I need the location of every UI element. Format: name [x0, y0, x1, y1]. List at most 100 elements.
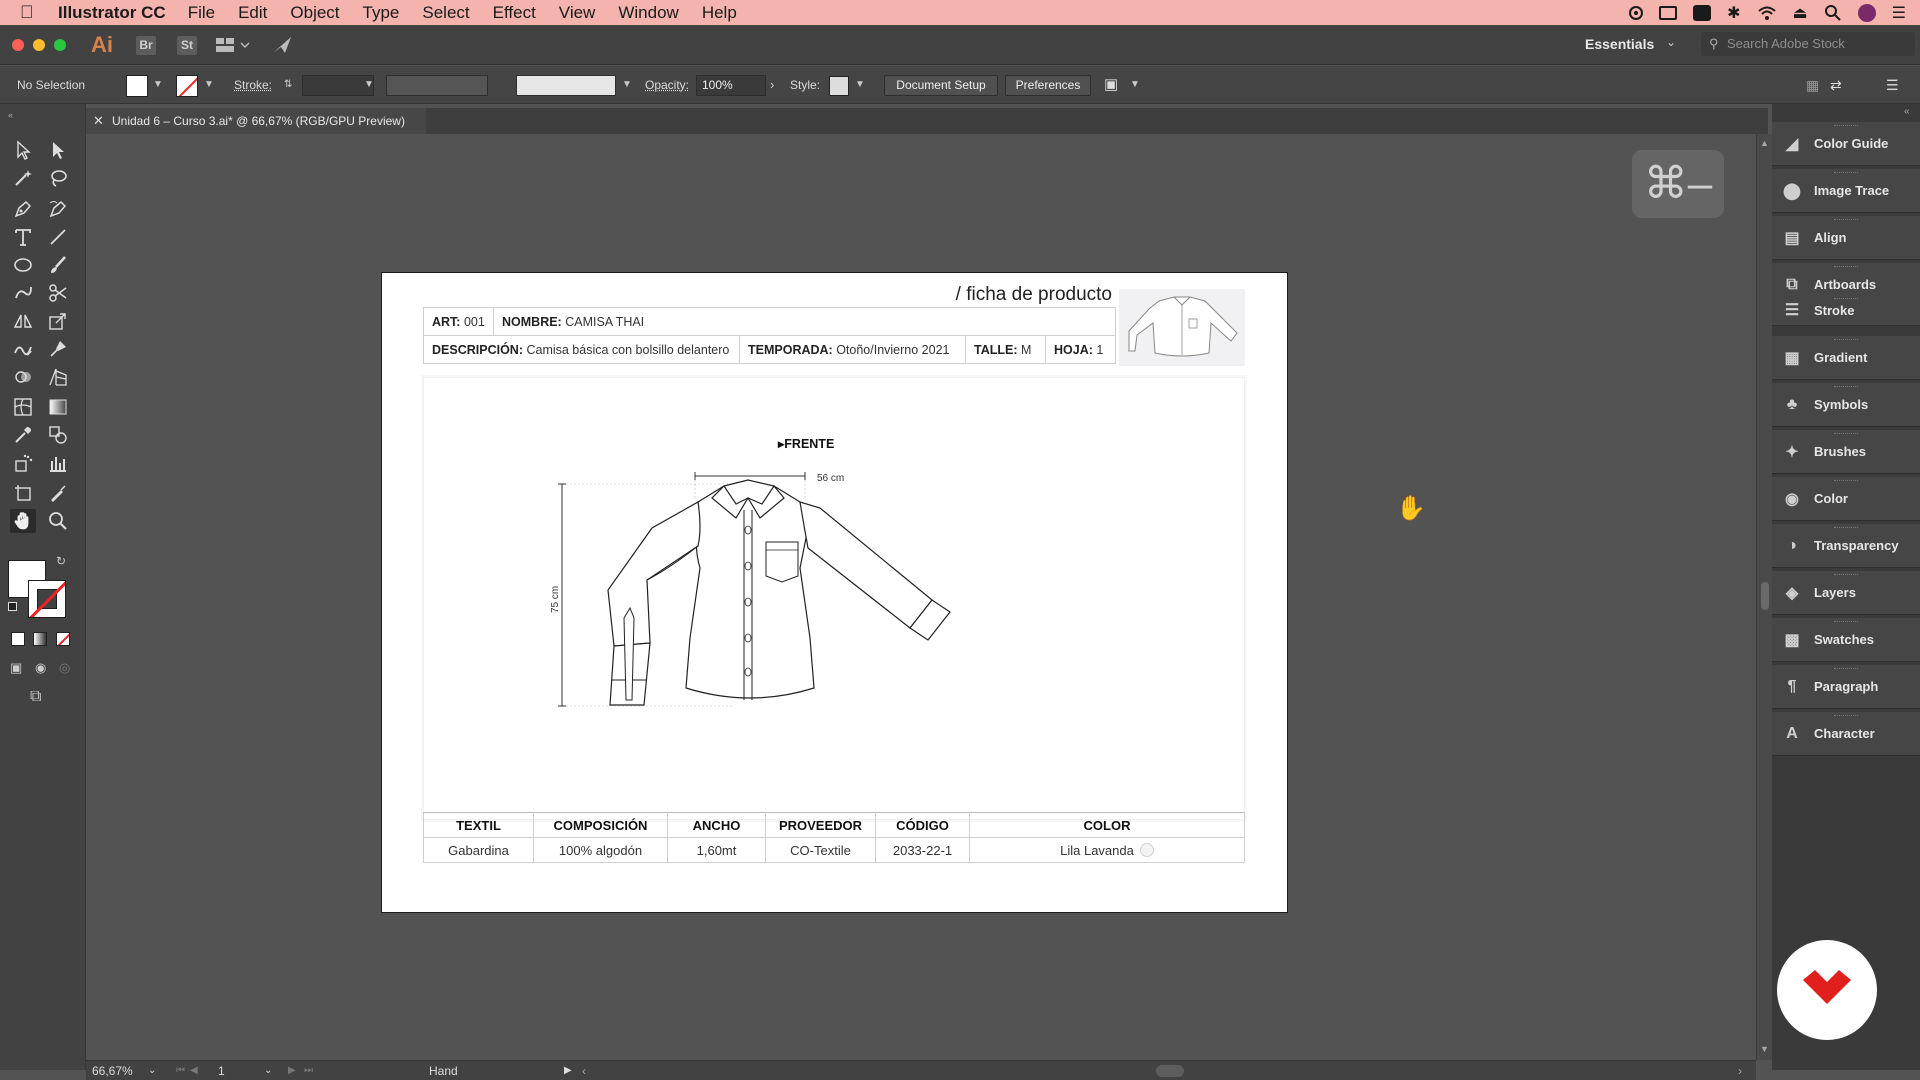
- bluetooth-icon[interactable]: ✱: [1727, 3, 1740, 23]
- magic-wand-tool-icon[interactable]: [10, 166, 36, 190]
- default-fill-stroke-icon[interactable]: [8, 602, 17, 611]
- variable-width-profile[interactable]: [386, 75, 488, 96]
- arrange-icon[interactable]: ▣: [1104, 66, 1118, 104]
- symbol-sprayer-tool-icon[interactable]: [10, 451, 36, 475]
- canvas[interactable]: ⌘– ✋ / ficha de producto ART: 001 NOMBRE…: [86, 134, 1756, 1060]
- eject-icon[interactable]: ⏏: [1793, 3, 1808, 23]
- chevron-down-icon[interactable]: ▼: [622, 66, 632, 104]
- workspace-switcher[interactable]: Essentials: [1585, 36, 1654, 52]
- wifi-icon[interactable]: [1757, 5, 1777, 21]
- color-mode-icon[interactable]: [11, 632, 25, 646]
- reflect-tool-icon[interactable]: [10, 309, 36, 333]
- column-graph-tool-icon[interactable]: [45, 451, 71, 475]
- chevron-right-icon[interactable]: ›: [770, 66, 774, 104]
- hand-tool-icon[interactable]: [10, 509, 36, 533]
- menu-select[interactable]: Select: [422, 3, 469, 23]
- shaper-tool-icon[interactable]: [10, 281, 36, 305]
- chevron-down-icon[interactable]: ⌄: [1666, 35, 1676, 49]
- pen-tool-icon[interactable]: [10, 197, 36, 221]
- type-tool-icon[interactable]: [10, 225, 36, 249]
- panel-character[interactable]: A Character: [1772, 712, 1920, 756]
- display-icon[interactable]: [1659, 6, 1677, 20]
- status-menu-icon[interactable]: ▶: [564, 1061, 572, 1080]
- draw-normal-icon[interactable]: ▣: [10, 660, 22, 676]
- ellipse-tool-icon[interactable]: [10, 253, 36, 277]
- stroke-color-box[interactable]: [28, 580, 66, 618]
- panel-symbols[interactable]: ♣ Symbols: [1772, 383, 1920, 427]
- gradient-tool-icon[interactable]: [45, 395, 71, 419]
- collapse-icon[interactable]: «: [8, 110, 13, 120]
- document-setup-button[interactable]: Document Setup: [884, 75, 998, 96]
- chevron-down-icon[interactable]: ▼: [153, 66, 163, 104]
- scroll-right-icon[interactable]: ›: [1738, 1061, 1742, 1080]
- close-window-button[interactable]: [12, 39, 24, 51]
- vertical-scrollbar[interactable]: ▲ ▼: [1756, 134, 1772, 1060]
- chevron-down-icon[interactable]: ▼: [855, 66, 865, 104]
- artboard-tool-icon[interactable]: [10, 481, 36, 505]
- user-avatar[interactable]: [1858, 4, 1876, 22]
- paintbrush-tool-icon[interactable]: [45, 253, 71, 277]
- panel-transparency[interactable]: ◑ Transparency: [1772, 524, 1920, 568]
- panel-color[interactable]: ◉ Color: [1772, 477, 1920, 521]
- panel-swatches[interactable]: ▩ Swatches: [1772, 618, 1920, 662]
- panel-menu-icon[interactable]: ☰: [1886, 66, 1899, 104]
- chevron-down-icon[interactable]: ▼: [1130, 66, 1140, 104]
- arrange-documents-icon[interactable]: [215, 36, 251, 54]
- panel-gradient[interactable]: ▦ Gradient: [1772, 336, 1920, 380]
- opacity-label[interactable]: Opacity:: [645, 66, 689, 104]
- app-menu[interactable]: Illustrator CC: [58, 3, 166, 23]
- stroke-label[interactable]: Stroke:: [234, 66, 272, 104]
- curvature-tool-icon[interactable]: [45, 197, 71, 221]
- scissors-tool-icon[interactable]: [45, 281, 71, 305]
- draw-behind-icon[interactable]: ◉: [35, 660, 46, 676]
- mesh-tool-icon[interactable]: [10, 395, 36, 419]
- brush-definition[interactable]: [516, 75, 616, 96]
- opacity-input[interactable]: 100%: [696, 75, 766, 96]
- swap-fill-stroke-icon[interactable]: ↻: [56, 554, 66, 568]
- perspective-grid-tool-icon[interactable]: [45, 365, 71, 389]
- panel-stroke[interactable]: ☰ Stroke: [1772, 295, 1920, 326]
- draw-inside-icon[interactable]: ◎: [59, 660, 70, 676]
- warp-tool-icon[interactable]: [10, 337, 36, 361]
- none-mode-icon[interactable]: [56, 632, 70, 646]
- graphic-style-swatch[interactable]: [829, 76, 849, 96]
- gpu-performance-icon[interactable]: [271, 35, 293, 55]
- apple-icon[interactable]: : [20, 2, 50, 23]
- direct-selection-tool-icon[interactable]: [45, 138, 71, 162]
- chevron-down-icon[interactable]: ⌄: [148, 1061, 156, 1080]
- menu-object[interactable]: Object: [290, 3, 339, 23]
- selection-tool-icon[interactable]: [10, 138, 36, 162]
- chevron-down-icon[interactable]: ⌄: [264, 1061, 272, 1080]
- expand-panels-icon[interactable]: «: [1904, 106, 1910, 117]
- control-center-icon[interactable]: ☰: [1892, 3, 1906, 23]
- first-artboard-icon[interactable]: ⏮: [176, 1061, 185, 1080]
- shape-builder-tool-icon[interactable]: [10, 365, 36, 389]
- screen-record-icon[interactable]: [1629, 6, 1643, 20]
- artboard[interactable]: / ficha de producto ART: 001 NOMBRE: CAM…: [381, 272, 1288, 913]
- stock-button[interactable]: St: [177, 36, 197, 55]
- slice-tool-icon[interactable]: [45, 481, 71, 505]
- menu-help[interactable]: Help: [702, 3, 737, 23]
- gradient-mode-icon[interactable]: [33, 632, 47, 646]
- scroll-down-icon[interactable]: ▼: [1760, 1044, 1769, 1054]
- search-stock-input[interactable]: ⚲ Search Adobe Stock: [1701, 32, 1915, 56]
- panel-color-guide[interactable]: ◢ Color Guide: [1772, 122, 1920, 166]
- blend-tool-icon[interactable]: [45, 423, 71, 447]
- menu-view[interactable]: View: [559, 3, 596, 23]
- line-tool-icon[interactable]: [45, 225, 71, 249]
- scroll-up-icon[interactable]: ▲: [1760, 138, 1769, 148]
- chevron-down-icon[interactable]: ▼: [204, 66, 214, 104]
- next-artboard-icon[interactable]: ▶: [288, 1061, 296, 1080]
- eyedropper-tool-icon[interactable]: [10, 423, 36, 447]
- panel-paragraph[interactable]: ¶ Paragraph: [1772, 665, 1920, 709]
- minimize-window-button[interactable]: [33, 39, 45, 51]
- previous-artboard-icon[interactable]: ◀: [190, 1061, 198, 1080]
- stepper-icon[interactable]: ⇅: [284, 66, 292, 104]
- chevron-down-icon[interactable]: ▼: [364, 66, 374, 104]
- menu-effect[interactable]: Effect: [493, 3, 536, 23]
- menu-type[interactable]: Type: [363, 3, 400, 23]
- panel-align[interactable]: ▤ Align: [1772, 216, 1920, 260]
- screen-mode-icon[interactable]: ⧉: [30, 688, 41, 706]
- panel-layers[interactable]: ◈ Layers: [1772, 571, 1920, 615]
- scale-tool-icon[interactable]: [45, 309, 71, 333]
